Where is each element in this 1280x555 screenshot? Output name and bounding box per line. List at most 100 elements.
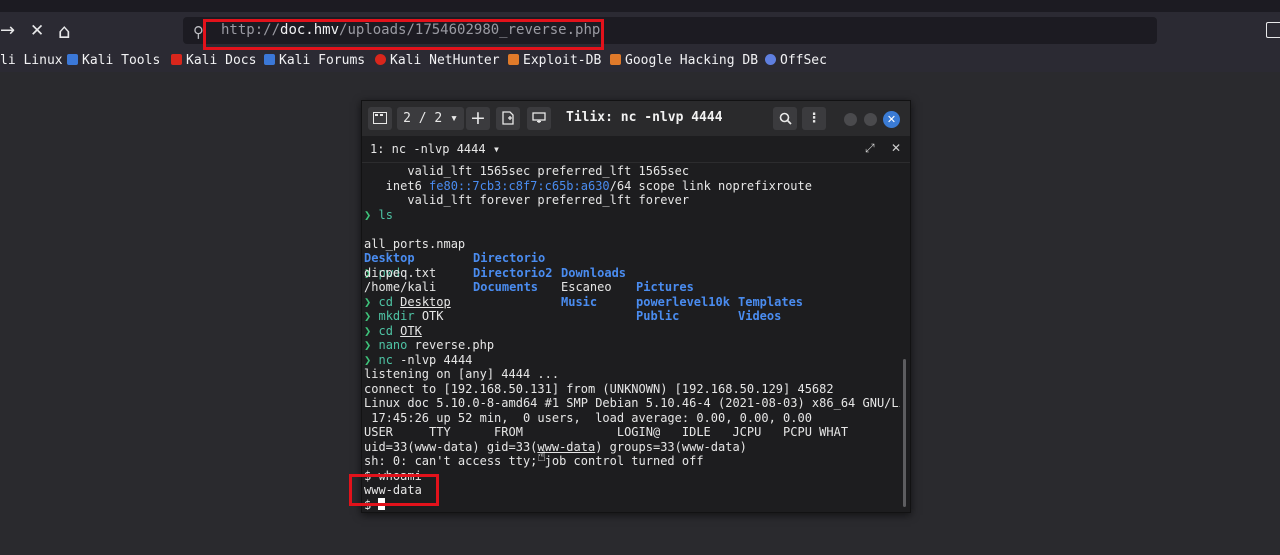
command: nc	[378, 352, 393, 367]
close-terminal-icon[interactable]: ✕	[891, 141, 901, 155]
chevron-down-icon: ▾	[450, 111, 458, 126]
find-button[interactable]	[773, 107, 797, 130]
terminal-line: ❯ pwd	[364, 266, 900, 281]
bookmark-kali-nethunter[interactable]: Kali NetHunter	[375, 53, 500, 68]
terminal-line: ❯ nc -nlvp 4444	[364, 353, 900, 368]
terminal-line: uid=33(www-data) gid=33(www-data) groups…	[364, 440, 900, 455]
output-highlight-box	[349, 474, 439, 506]
command: ls	[378, 207, 393, 222]
terminal-line: www-data	[364, 483, 422, 497]
minimize-button[interactable]	[844, 113, 857, 126]
tilix-terminal-window[interactable]: 2 / 2 ▾ + Tilix: nc -nlvp 4444 ⋮ ✕ 1: nc…	[361, 100, 911, 513]
bookmark-label: Kali NetHunter	[390, 53, 500, 68]
window-title: Tilix: nc -nlvp 4444	[566, 110, 723, 125]
command-arg: -nlvp 4444	[400, 352, 473, 367]
ls-entry-dir: Videos	[738, 309, 782, 323]
ls-entry-dir: Music	[561, 294, 598, 309]
ghdb-icon	[610, 54, 621, 65]
terminal-line: valid_lft forever preferred_lft forever	[364, 193, 690, 207]
terminal-line: listening on [any] 4444 ...	[364, 367, 560, 381]
ls-entry-dir: Directorio2	[473, 265, 553, 280]
command-arg: Desktop	[400, 294, 451, 309]
terminal-line: ❯ nano reverse.php	[364, 338, 900, 353]
chevron-down-icon: ▾	[492, 142, 501, 156]
bookmark-google-hacking-db[interactable]: Google Hacking DB	[610, 53, 758, 68]
command: nano	[378, 338, 408, 352]
terminal-line: ❯ ls	[364, 208, 900, 223]
session-title[interactable]: 1: nc -nlvp 4444 ▾	[370, 142, 500, 156]
maximize-terminal-icon[interactable]: ⤢	[865, 141, 875, 156]
bookmark-offsec[interactable]: OffSec	[765, 53, 827, 68]
session-title-text: 1: nc -nlvp 4444	[370, 142, 486, 156]
prompt-icon: ❯	[364, 207, 372, 222]
terminal-line: Linux doc 5.10.0-8-amd64 #1 SMP Debian 5…	[364, 396, 900, 410]
bookmark-kali-forums[interactable]: Kali Forums	[264, 53, 365, 68]
terminal-line: sh: 0: can't access tty; job control tur…	[364, 454, 704, 468]
url-highlight-box	[203, 19, 604, 50]
bookmark-kali-linux[interactable]: li Linux	[0, 53, 63, 68]
menu-button[interactable]: ⋮	[802, 107, 826, 130]
window-top-strip	[0, 0, 1280, 12]
home-icon[interactable]: ⌂	[58, 20, 71, 42]
ls-entry-dir: powerlevel10k	[636, 294, 730, 309]
command-arg: OTK	[400, 323, 422, 338]
ls-entry-dir: Templates	[738, 294, 804, 309]
bookmark-label: OffSec	[780, 53, 827, 68]
plus-icon: +	[470, 107, 486, 129]
bookmark-kali-tools[interactable]: Kali Tools	[67, 53, 160, 68]
terminal-line: ❯ cd Desktop	[364, 295, 900, 310]
session-switcher[interactable]: 2 / 2 ▾	[397, 107, 464, 130]
bookmark-label: Google Hacking DB	[625, 53, 759, 68]
line-text: /64 scope link noprefixroute	[609, 178, 812, 193]
bookmark-label: Exploit-DB	[523, 53, 602, 68]
terminal-line: ❯ cd OTK	[364, 324, 900, 339]
ipv6-address: fe80::7cb3:c8f7:c65b:a630	[429, 178, 610, 193]
split-right-button[interactable]	[496, 107, 520, 130]
split-icon	[502, 111, 514, 125]
bookmark-label: Kali Tools	[82, 53, 161, 68]
terminal-line: USER TTY FROM LOGIN@ IDLE JCPU PCPU WHAT	[364, 425, 849, 439]
ls-entry-dir: Downloads	[561, 265, 627, 280]
bookmark-exploit-db[interactable]: Exploit-DB	[508, 53, 601, 68]
search-icon	[779, 112, 792, 125]
kali-docs-icon	[171, 54, 182, 65]
kali-tools-icon	[67, 54, 78, 65]
ls-output-row: Desktop Directorio2 Escaneo powerlevel10…	[364, 237, 900, 323]
kebab-menu-icon: ⋮	[807, 111, 821, 126]
terminal-session-bar: 1: nc -nlvp 4444 ▾ ⤢ ✕	[362, 136, 910, 163]
terminal-line: /home/kali	[364, 280, 437, 294]
forward-icon[interactable]: →	[0, 20, 15, 42]
terminal-output[interactable]: valid_lft 1565sec preferred_lft 1565sec …	[364, 164, 900, 510]
terminal-line: ❯ mkdir OTK	[364, 309, 900, 324]
terminal-line: $	[364, 497, 900, 510]
exploit-db-icon	[508, 54, 519, 65]
ls-entry-dir: Public	[636, 309, 680, 323]
split-down-icon	[532, 112, 546, 123]
terminal-scrollbar[interactable]	[903, 359, 906, 507]
session-counter: 2 / 2	[403, 111, 443, 126]
close-window-button[interactable]: ✕	[883, 111, 900, 128]
maximize-button[interactable]	[864, 113, 877, 126]
sidebar-icon	[373, 112, 387, 124]
ls-entry: Escaneo	[561, 280, 612, 294]
terminal-line: $ whoami	[364, 468, 422, 483]
ls-output-row: dicpeq.txt Documents Music Public	[364, 251, 900, 324]
terminal-line: connect to [192.168.50.131] from (UNKNOW…	[364, 381, 834, 396]
line-text: ) groups=33(www-data)	[595, 439, 747, 454]
prompt-icon: ❯	[364, 338, 372, 352]
command-arg: OTK	[421, 309, 444, 323]
split-down-button[interactable]	[527, 107, 551, 130]
bookmark-label: Kali Forums	[279, 53, 366, 68]
bookmark-kali-docs[interactable]: Kali Docs	[171, 53, 256, 68]
ls-entry-dir: Pictures	[636, 280, 694, 294]
session-sidebar-button[interactable]	[368, 107, 392, 130]
ls-output-row: all_ports.nmap Directorio Downloads Pict…	[364, 222, 900, 309]
stop-loading-icon[interactable]: ✕	[30, 20, 44, 42]
prompt-icon: ❯	[364, 352, 372, 367]
add-terminal-button[interactable]: +	[466, 107, 490, 130]
bookmark-label: Kali Docs	[186, 53, 257, 68]
terminal-line: valid_lft 1565sec preferred_lft 1565sec	[364, 164, 690, 178]
reader-view-icon[interactable]	[1266, 22, 1280, 38]
line-text: inet6	[364, 178, 430, 193]
ls-entry-dir: Documents	[473, 280, 539, 294]
